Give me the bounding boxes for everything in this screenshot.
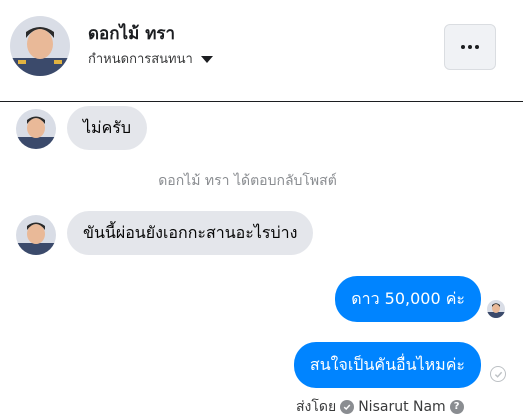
sent-by-label: ส่งโดย	[296, 399, 337, 415]
more-dot	[468, 45, 472, 49]
message-bubble-outgoing[interactable]: ดาว 50,000 ค่ะ	[335, 276, 481, 322]
conversation-header: ดอกไม้ ทรา กำหนดการสนทนา	[0, 0, 523, 102]
conversation-schedule[interactable]: กำหนดการสนทนา	[88, 48, 213, 69]
sender-avatar[interactable]	[16, 109, 56, 149]
read-receipt-avatar	[487, 300, 505, 318]
message-bubble-outgoing[interactable]: สนใจเป็นคันอื่นไหมค่ะ	[293, 342, 481, 388]
more-horizontal-icon	[461, 45, 465, 49]
sent-by-line: ส่งโดย Nisarut Nam ?	[296, 396, 464, 417]
message-bubble-incoming[interactable]: ขันนี้ผ่อนยังเอกกะสานอะไรบ่าง	[67, 211, 314, 255]
message-bubble-incoming[interactable]: ไม่ครับ	[67, 106, 148, 150]
contact-avatar[interactable]	[10, 16, 70, 76]
more-dot	[475, 45, 479, 49]
sender-avatar[interactable]	[16, 215, 56, 255]
help-icon[interactable]: ?	[449, 400, 464, 414]
caret-down-icon	[200, 56, 213, 63]
author-name[interactable]: Nisarut Nam	[358, 399, 446, 415]
conversation-schedule-label: กำหนดการสนทนา	[88, 52, 193, 67]
contact-name[interactable]: ดอกไม้ ทรา	[88, 20, 175, 47]
verified-check-icon	[340, 400, 355, 414]
sent-check-icon	[490, 366, 506, 382]
more-options-button[interactable]	[444, 24, 496, 70]
system-notice: ดอกไม้ ทรา ได้ตอบกลับโพสต์	[158, 173, 337, 189]
